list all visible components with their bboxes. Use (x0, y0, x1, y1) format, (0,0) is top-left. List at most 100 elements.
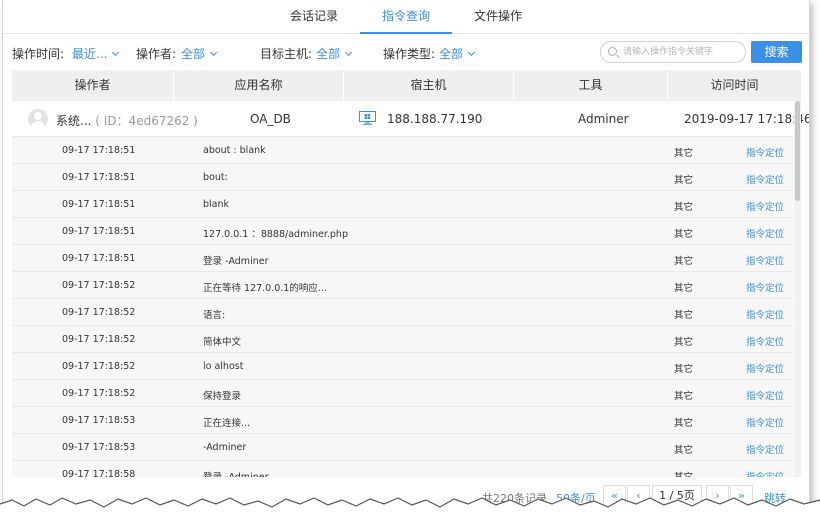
row-type: 其它 (674, 364, 694, 375)
session-host: 188.188.77.190 (387, 112, 483, 126)
locate-command-link[interactable]: 指令定位 (746, 226, 784, 240)
row-time: 09-17 17:18:52 (62, 388, 136, 399)
host-filter-dropdown[interactable]: 全部 (316, 45, 353, 62)
table-row: 09-17 17:18:53 正在连接... 其它 指令定位 (12, 407, 793, 434)
chevron-down-icon (112, 48, 120, 57)
session-operator: 系统... ( ID：4ed67262 ) (56, 112, 198, 129)
search-box (600, 41, 746, 63)
row-command: about : blank (203, 145, 266, 156)
tab-file-operations[interactable]: 文件操作 (452, 0, 544, 34)
row-time: 09-17 17:18:52 (62, 361, 136, 372)
search-button[interactable]: 搜索 (751, 41, 802, 63)
session-operator-name: 系统... (56, 114, 92, 128)
row-command: 127.0.0.1 ：8888/adminer.php (203, 229, 348, 240)
locate-command-link[interactable]: 指令定位 (746, 172, 784, 186)
row-type: 其它 (674, 391, 694, 402)
session-time: 2019-09-17 17:18:46 (684, 112, 810, 126)
table-row: 09-17 17:18:53 -Adminer 其它 指令定位 (12, 434, 793, 461)
filter-bar: 操作时间: 最近... 操作者: 全部 目标主机: 全部 操作类型: 全部 搜索 (12, 40, 802, 66)
row-time: 09-17 17:18:51 (62, 199, 136, 210)
torn-edge-decoration (0, 497, 820, 521)
locate-command-link[interactable]: 指令定位 (746, 442, 784, 456)
search-input[interactable] (623, 44, 741, 60)
row-type: 其它 (674, 283, 694, 294)
table-row: 09-17 17:18:52 保持登录 其它 指令定位 (12, 380, 793, 407)
row-command: lo alhost (203, 361, 244, 372)
table-row: 09-17 17:18:51 about : blank 其它 指令定位 (12, 137, 793, 164)
locate-command-link[interactable]: 指令定位 (746, 469, 784, 477)
locate-command-link[interactable]: 指令定位 (746, 145, 784, 159)
avatar (28, 109, 48, 129)
tab-command-query[interactable]: 指令查询 (360, 0, 452, 34)
row-type: 其它 (674, 445, 694, 456)
row-time: 09-17 17:18:51 (62, 145, 136, 156)
row-type: 其它 (674, 310, 694, 321)
row-time: 09-17 17:18:51 (62, 226, 136, 237)
row-type: 其它 (674, 175, 694, 186)
row-time: 09-17 17:18:53 (62, 442, 136, 453)
locate-command-link[interactable]: 指令定位 (746, 388, 784, 402)
locate-command-link[interactable]: 指令定位 (746, 361, 784, 375)
row-type: 其它 (674, 256, 694, 267)
table-row: 09-17 17:18:52 正在等待 127.0.0.1的响应... 其它 指令定位 (12, 272, 793, 299)
command-query-panel: 会话记录 指令查询 文件操作 操作时间: 最近... 操作者: 全部 目标主机:… (2, 0, 810, 510)
session-operator-id: ( ID：4ed67262 ) (95, 114, 198, 128)
tab-bar: 会话记录 指令查询 文件操作 (3, 0, 809, 34)
windows-monitor-icon (359, 111, 376, 125)
column-header-operator: 操作者 (12, 70, 174, 101)
table-row: 09-17 17:18:51 bout: 其它 指令定位 (12, 164, 793, 191)
row-type: 其它 (674, 418, 694, 429)
row-command: blank (203, 199, 230, 210)
row-command: 登录 -Adminer (203, 469, 268, 477)
locate-command-link[interactable]: 指令定位 (746, 334, 784, 348)
operator-filter-value: 全部 (181, 47, 206, 61)
table-row: 09-17 17:18:52 简体中文 其它 指令定位 (12, 326, 793, 353)
row-type: 其它 (674, 148, 694, 159)
row-type: 其它 (674, 469, 693, 477)
row-command: 保持登录 (203, 391, 242, 402)
table-row: 09-17 17:18:51 blank 其它 指令定位 (12, 191, 793, 218)
chevron-down-icon (209, 48, 218, 57)
locate-command-link[interactable]: 指令定位 (746, 253, 784, 267)
tab-session-records[interactable]: 会话记录 (268, 0, 360, 34)
session-app: OA_DB (250, 112, 291, 126)
time-filter-dropdown[interactable]: 最近... (72, 45, 120, 62)
row-time: 09-17 17:18:51 (62, 172, 136, 183)
column-header-host: 宿主机 (344, 70, 514, 101)
row-command: 正在等待 127.0.0.1的响应... (203, 283, 327, 294)
row-time: 09-17 17:18:52 (62, 280, 136, 291)
table-row: 09-17 17:18:51 127.0.0.1 ：8888/adminer.ph… (12, 218, 793, 245)
time-filter-label: 操作时间: (12, 47, 65, 61)
table-row: 09-17 17:18:52 lo alhost 其它 指令定位 (12, 353, 793, 380)
row-command: 正在连接... (203, 418, 251, 429)
table-header: 操作者 应用名称 宿主机 工具 访问时间 (12, 70, 801, 101)
locate-command-link[interactable]: 指令定位 (746, 307, 784, 321)
scrollbar-thumb[interactable] (795, 101, 800, 201)
row-time: 09-17 17:18:53 (62, 415, 136, 426)
row-type: 其它 (674, 229, 694, 240)
locate-command-link[interactable]: 指令定位 (746, 280, 784, 294)
locate-command-link[interactable]: 指令定位 (746, 415, 784, 429)
row-type: 其它 (674, 202, 694, 213)
operator-filter-dropdown[interactable]: 全部 (181, 45, 218, 62)
locate-command-link[interactable]: 指令定位 (746, 199, 784, 213)
command-list: 09-17 17:18:51 about : blank 其它 指令定位 09-17 … (12, 137, 793, 477)
column-header-app: 应用名称 (174, 70, 344, 101)
type-filter-dropdown[interactable]: 全部 (439, 45, 476, 62)
row-command: 登录 -Adminer (203, 256, 269, 267)
row-time: 09-17 17:18:52 (62, 334, 136, 345)
row-command: 简体中文 (203, 337, 242, 348)
table-row: 09-17 17:18:58 登录 -Adminer 其它 指令定位 (12, 461, 793, 477)
row-command: -Adminer (203, 442, 247, 453)
session-tool: Adminer (578, 112, 629, 126)
session-row[interactable]: 系统... ( ID：4ed67262 ) OA_DB 188.188.77.1… (12, 101, 809, 137)
type-filter-value: 全部 (439, 47, 464, 61)
search-icon (608, 47, 617, 56)
chevron-down-icon (344, 48, 353, 57)
type-filter-label: 操作类型: (383, 47, 436, 61)
table-row: 09-17 17:18:51 登录 -Adminer 其它 指令定位 (12, 245, 793, 272)
row-type: 其它 (674, 337, 694, 348)
row-command: 语言: (203, 310, 226, 321)
table-row: 09-17 17:18:52 语言: 其它 指令定位 (12, 299, 793, 326)
host-filter-value: 全部 (316, 47, 341, 61)
